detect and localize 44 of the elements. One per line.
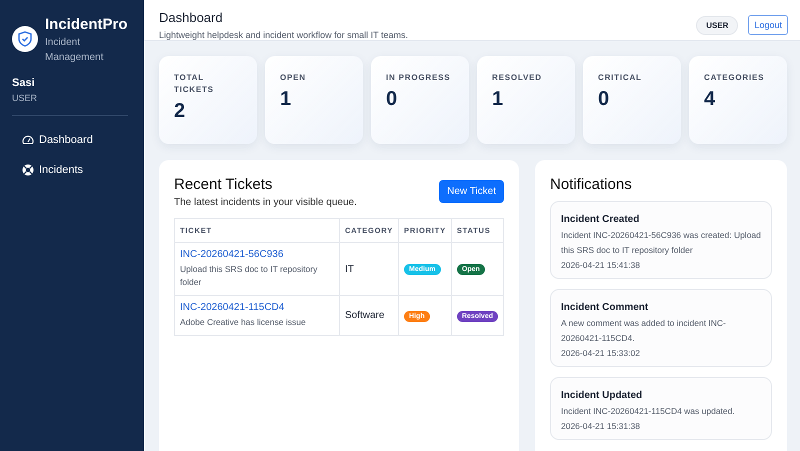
category-cell: Software	[339, 296, 399, 336]
user-name: Sasi	[12, 77, 36, 89]
notification-time: 2026-04-21 15:31:38	[561, 421, 641, 431]
panel-title: Recent Tickets	[174, 176, 274, 193]
stat-value: 0	[386, 88, 398, 111]
stat-label: RESOLVED	[492, 72, 543, 84]
stat-value: 4	[704, 88, 716, 111]
stat-value: 1	[492, 88, 504, 111]
stat-label: IN PROGRESS	[386, 72, 452, 84]
page-title: Dashboard	[159, 10, 224, 25]
panel-title: Notifications	[550, 176, 633, 193]
stat-label: CATEGORIES	[704, 72, 766, 84]
lifebuoy-icon	[22, 164, 34, 176]
notification-message: Incident INC-20260421-115CD4 was updated.	[561, 405, 736, 418]
stat-value: 0	[598, 88, 610, 111]
notification-message: A new comment was added to incident INC-20260421-115CD4.	[561, 317, 727, 345]
user-role: USER	[12, 93, 38, 103]
stat-label: CRITICAL	[598, 72, 643, 84]
stat-value: 1	[280, 88, 292, 111]
notification-title: Incident Comment	[561, 302, 650, 313]
notification-time: 2026-04-21 15:33:02	[561, 348, 641, 358]
ticket-summary: Upload this SRS doc to IT repository folder	[180, 263, 318, 289]
page-subtitle: Lightweight helpdesk and incident workflow for small IT teams.	[159, 30, 408, 40]
role-badge: USER	[696, 16, 738, 34]
ticket-link[interactable]: INC-20260421-56C936	[180, 249, 334, 260]
notification-message: Incident INC-20260421-56C936 was created: Upload this SRS doc to IT repository folder	[561, 229, 761, 257]
stat-value: 2	[174, 100, 186, 123]
panel-subtitle: The latest incidents in your visible queue.	[174, 197, 357, 208]
stat-label: OPEN	[280, 72, 307, 84]
notification-title: Incident Created	[561, 214, 640, 225]
brand-name: IncidentPro	[45, 16, 128, 33]
new-ticket-button[interactable]: New Ticket	[439, 180, 504, 203]
ticket-summary: Adobe Creative has license issue	[180, 316, 307, 329]
brand-subtitle: Incident Management	[45, 36, 104, 65]
nav-link[interactable]: Incidents	[22, 164, 128, 176]
stat-label: TOTAL TICKETS	[174, 72, 215, 96]
notification-time: 2026-04-21 15:41:38	[561, 260, 641, 270]
category-cell: IT	[339, 242, 399, 296]
shield-icon	[12, 26, 38, 52]
logout-button[interactable]: Logout	[748, 15, 788, 35]
notification-title: Incident Updated	[561, 390, 644, 401]
gauge-icon	[22, 134, 34, 146]
ticket-link[interactable]: INC-20260421-115CD4	[180, 302, 334, 313]
nav-link[interactable]: Dashboard	[22, 134, 128, 146]
